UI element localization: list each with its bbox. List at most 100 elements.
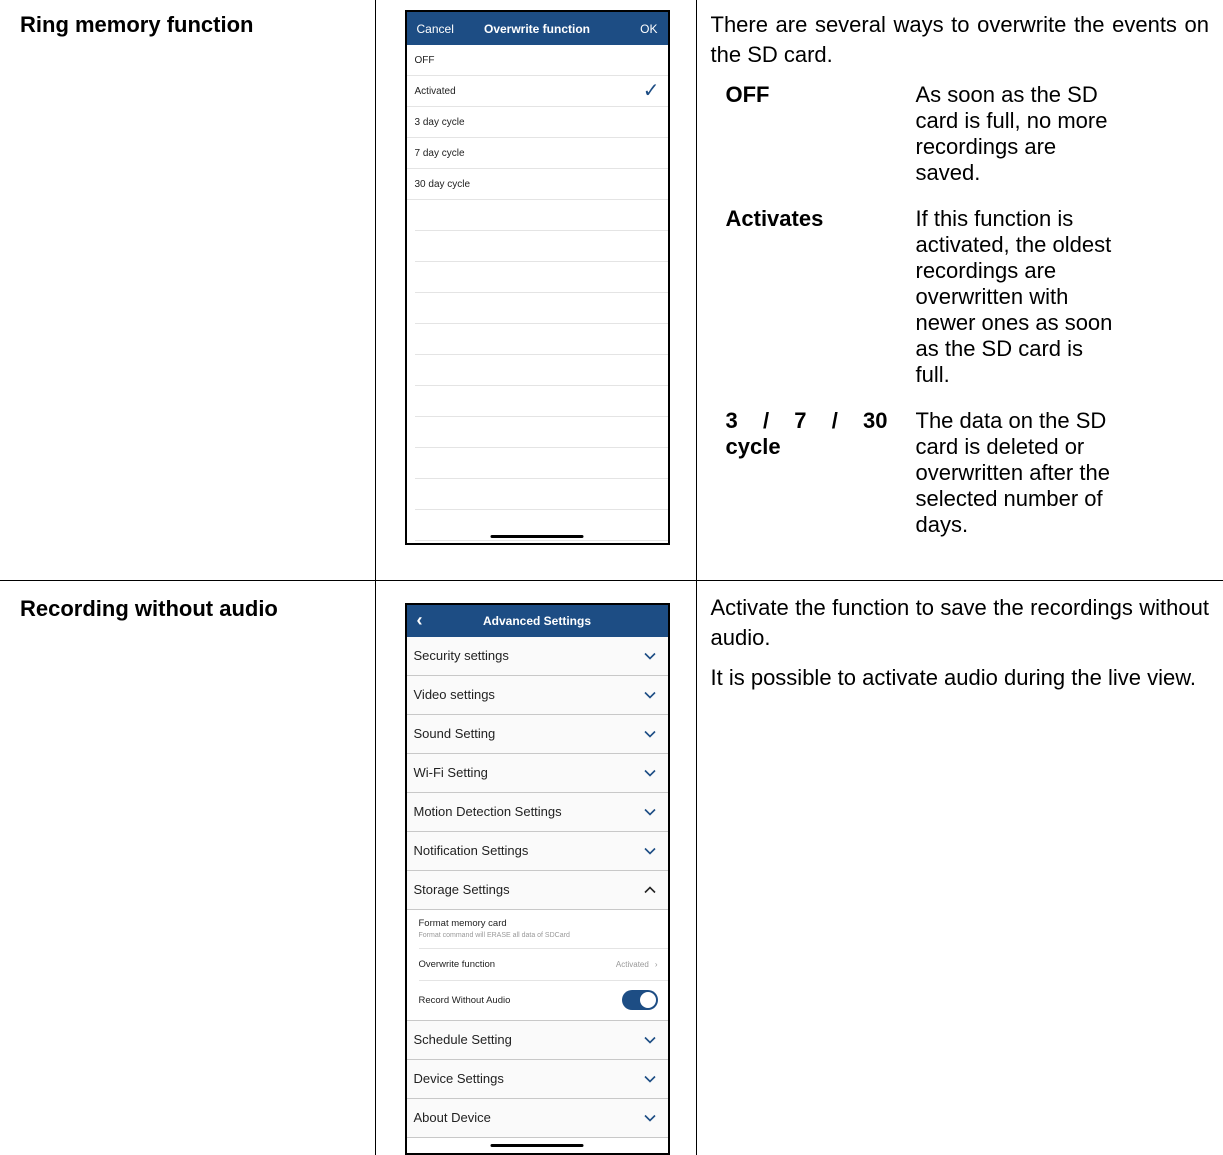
list-item[interactable]: 3 day cycle (406, 107, 668, 138)
chevron-down-icon (643, 847, 656, 855)
record-without-audio-toggle[interactable] (621, 990, 658, 1010)
feature-cell: Recording without audio (0, 579, 376, 1155)
nav-bar: ‹ Advanced Settings (406, 604, 668, 637)
back-icon[interactable]: ‹ (417, 610, 447, 631)
section-notification[interactable]: Notification Settings (406, 831, 668, 871)
section-label: Storage Settings (413, 882, 510, 897)
section-motion-detection[interactable]: Motion Detection Settings (406, 792, 668, 832)
description-cell: Activate the function to save the record… (695, 579, 1223, 1155)
chevron-down-icon (643, 1075, 656, 1083)
section-label: Device Settings (413, 1071, 504, 1086)
option-desc: If this function is activated, the oldes… (915, 206, 1113, 387)
paragraph: Activate the function to save the record… (710, 594, 1210, 650)
paragraph: It is possible to activate audio during … (710, 664, 1197, 690)
cycle-value: 30 (863, 408, 888, 433)
format-note-text: Format command will ERASE all data of SD… (418, 931, 570, 939)
section-device[interactable]: Device Settings (406, 1059, 668, 1099)
list-item[interactable]: Activated ✓ (406, 76, 668, 107)
nav-title: Overwrite function (483, 21, 590, 36)
cycle-values: 3 / 7 / 30 (726, 408, 888, 434)
chevron-down-icon (643, 652, 656, 660)
section-video[interactable]: Video settings (406, 675, 668, 715)
cycle-label: cycle (725, 434, 781, 459)
home-indicator (490, 535, 584, 538)
checkmark-icon: ✓ (642, 80, 660, 102)
feature-title: Recording without audio (20, 595, 278, 621)
record-label: Record Without Audio (418, 994, 511, 1006)
list-item-label: Activated (414, 85, 456, 97)
section-label: Wi-Fi Setting (413, 765, 488, 780)
chevron-down-icon (643, 691, 656, 699)
section-schedule[interactable]: Schedule Setting (406, 1020, 668, 1060)
section-label: Security settings (413, 648, 509, 663)
nav-bar: Cancel Overwrite function OK (406, 12, 668, 45)
option-desc: As soon as the SD card is full, no more … (915, 82, 1108, 185)
list-item-label: 30 day cycle (414, 178, 471, 190)
section-sound[interactable]: Sound Setting (406, 714, 668, 754)
feature-title: Ring memory function (20, 12, 254, 37)
home-indicator (490, 1143, 584, 1147)
chevron-down-icon (643, 808, 656, 816)
empty-row (414, 448, 668, 479)
empty-row (414, 200, 668, 231)
cycle-value: 3 (725, 408, 738, 433)
empty-row (414, 262, 668, 293)
screenshot-cell: ‹ Advanced Settings Security settings Vi… (374, 579, 697, 1155)
overwrite-function-item[interactable]: Overwrite function Activated › (418, 949, 668, 981)
empty-row (414, 293, 668, 324)
phone-screenshot: ‹ Advanced Settings Security settings Vi… (404, 602, 670, 1155)
empty-row (414, 479, 668, 510)
screenshot-cell: Cancel Overwrite function OK OFF Activat… (374, 0, 697, 581)
toggle-knob (639, 992, 656, 1008)
description-cell: There are several ways to overwrite the … (695, 0, 1223, 581)
empty-row (414, 386, 668, 417)
intro-text: There are several ways to overwrite the … (710, 12, 1210, 67)
format-note: Format command will ERASE all data of SD… (418, 931, 668, 949)
chevron-down-icon (643, 769, 656, 777)
list-item[interactable]: 30 day cycle (406, 169, 668, 200)
section-about-device[interactable]: About Device (406, 1098, 668, 1138)
option-desc: The data on the SD card is deleted or ov… (915, 408, 1110, 537)
overwrite-value: Activated (615, 959, 649, 969)
options-table: OFF As soon as the SD card is full, no m… (726, 82, 1116, 538)
section-label: Sound Setting (413, 726, 496, 741)
list-item-label: OFF (414, 54, 435, 66)
section-label: Motion Detection Settings (413, 804, 562, 819)
chevron-down-icon (643, 1114, 656, 1122)
section-label: Notification Settings (413, 843, 529, 858)
chevron-right-icon: › (654, 959, 658, 969)
option-key: Activates (725, 206, 824, 231)
section-label: Schedule Setting (413, 1032, 512, 1047)
option-list: OFF Activated ✓ 3 day cycle 7 day cycle 3… (406, 45, 668, 541)
empty-row (414, 355, 668, 386)
empty-row (414, 417, 668, 448)
ok-button[interactable]: OK (598, 22, 657, 36)
list-item-label: 3 day cycle (414, 116, 465, 128)
format-memory-card-item[interactable]: Format memory card (419, 910, 668, 932)
chevron-up-icon (643, 885, 656, 893)
document-table: Ring memory function Cancel Overwrite fu… (0, 0, 1223, 1155)
section-security[interactable]: Security settings (406, 636, 668, 676)
format-label: Format memory card (418, 918, 507, 929)
option-key: OFF (725, 82, 770, 107)
section-label: Video settings (413, 687, 495, 702)
description: There are several ways to overwrite the … (711, 10, 1210, 70)
list-item[interactable]: OFF (406, 45, 668, 76)
feature-cell: Ring memory function (0, 0, 376, 581)
overwrite-label: Overwrite function (418, 958, 496, 970)
separator: / (831, 408, 838, 433)
section-wifi[interactable]: Wi-Fi Setting (406, 753, 668, 793)
table-row: Ring memory function Cancel Overwrite fu… (0, 0, 1223, 581)
description: Activate the function to save the record… (711, 593, 1210, 693)
phone-screenshot: Cancel Overwrite function OK OFF Activat… (404, 10, 670, 545)
section-label: About Device (413, 1110, 491, 1125)
empty-row (414, 231, 668, 262)
cancel-button[interactable]: Cancel (417, 22, 477, 36)
chevron-down-icon (643, 1036, 656, 1044)
option-row: 3 / 7 / 30 cycle The data on the SD card… (726, 408, 1116, 538)
cycle-value: 7 (794, 408, 807, 433)
list-item[interactable]: 7 day cycle (406, 138, 668, 169)
list-item-label: 7 day cycle (414, 147, 465, 159)
section-storage[interactable]: Storage Settings (406, 870, 668, 910)
option-row: OFF As soon as the SD card is full, no m… (726, 82, 1116, 206)
